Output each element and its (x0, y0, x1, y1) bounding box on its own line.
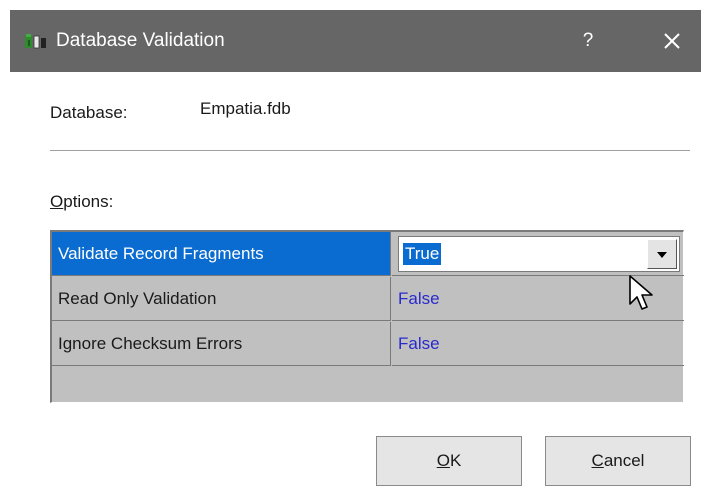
option-value[interactable]: False (392, 322, 684, 366)
dropdown-button[interactable] (647, 239, 677, 269)
cancel-button[interactable]: Cancel (545, 436, 691, 486)
ok-button[interactable]: OK (376, 436, 522, 486)
close-button[interactable] (652, 24, 692, 58)
options-label: Options: (50, 192, 114, 211)
database-validation-dialog: Database Validation ? Database: Empatia.… (0, 0, 709, 499)
window-title: Database Validation (56, 30, 225, 51)
option-name[interactable]: Validate Record Fragments (52, 232, 391, 276)
options-row-ignore-checksum-errors[interactable]: Ignore Checksum Errors False (52, 322, 684, 367)
options-row-validate-record-fragments[interactable]: Validate Record Fragments True (52, 232, 684, 277)
option-value-selected: True (403, 243, 442, 265)
database-label: Database: (50, 103, 128, 122)
chevron-down-icon (657, 252, 667, 258)
option-name[interactable]: Read Only Validation (52, 277, 391, 321)
options-row-read-only-validation[interactable]: Read Only Validation False (52, 277, 684, 322)
separator (50, 150, 690, 152)
title-bar[interactable]: Database Validation ? (10, 10, 701, 72)
close-icon (664, 33, 680, 49)
option-value-dropdown[interactable]: True (398, 236, 680, 272)
database-validation-app-icon (25, 34, 46, 49)
option-name[interactable]: Ignore Checksum Errors (52, 322, 391, 366)
database-value: Empatia.fdb (200, 99, 291, 118)
options-grid[interactable]: Validate Record Fragments True Read Only… (50, 230, 684, 403)
mouse-pointer-icon (629, 275, 653, 310)
help-button[interactable]: ? (570, 26, 606, 56)
